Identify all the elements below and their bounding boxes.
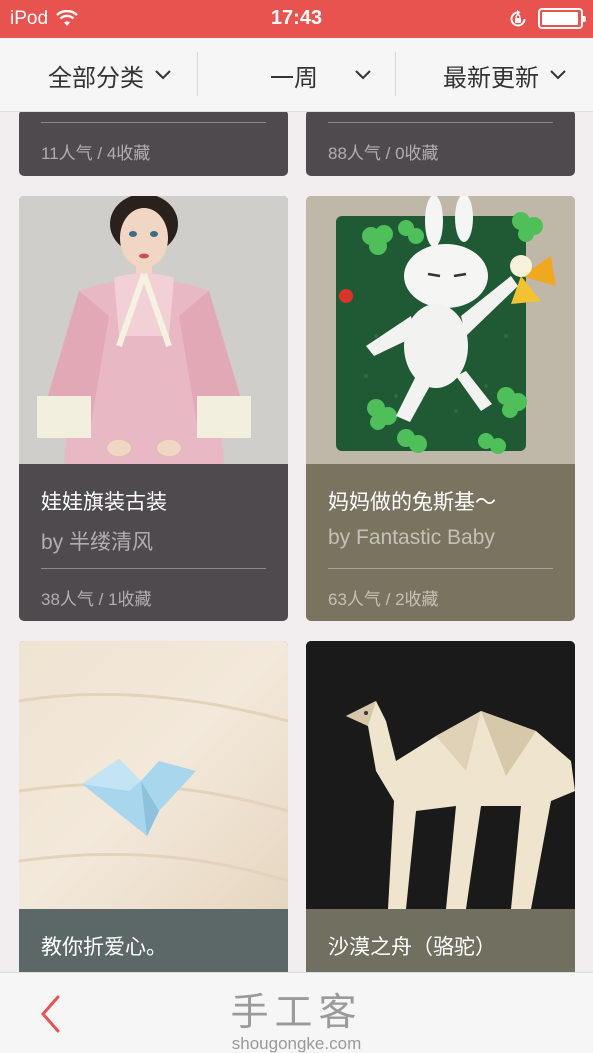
sort-filter[interactable]: 最新更新 [443, 38, 567, 112]
card-stats: 88人气 / 0收藏 [328, 144, 439, 163]
card-title: 娃娃旗装古装 [41, 491, 167, 514]
project-card[interactable]: 教你折爱心。 [19, 641, 288, 972]
status-right [508, 8, 586, 29]
filter-bar: 全部分类 一周 最新更新 [0, 38, 593, 112]
card-thumbnail [19, 641, 288, 909]
period-filter[interactable]: 一周 [270, 38, 372, 112]
project-card[interactable]: 妈妈做的兔斯基～ by Fantastic Baby 63人气 / 2收藏 [306, 196, 575, 621]
card-title: 教你折爱心。 [41, 936, 167, 959]
period-filter-label: 一周 [270, 64, 318, 92]
chevron-down-icon [550, 70, 566, 80]
card-info: 沙漠之舟（骆驼） [306, 909, 575, 971]
sort-filter-label: 最新更新 [443, 64, 539, 92]
card-stats: 11人气 / 4收藏 [41, 144, 151, 163]
card-thumbnail [306, 196, 575, 464]
clock: 17:43 [270, 7, 323, 29]
card-stats: 63人气 / 2收藏 [328, 590, 439, 609]
project-card[interactable]: 88人气 / 0收藏 [306, 112, 575, 176]
filter-divider [395, 52, 396, 96]
status-bar: iPod 17:43 [0, 0, 593, 38]
app-logo: 手工客 shougongke.com [0, 981, 593, 1053]
project-card[interactable]: 娃娃旗装古装 by 半缕清风 38人气 / 1收藏 [19, 196, 288, 621]
card-title: 沙漠之舟（骆驼） [328, 936, 496, 959]
card-info: 妈妈做的兔斯基～ by Fantastic Baby 63人气 / 2收藏 [306, 464, 575, 621]
rotation-lock-icon [510, 9, 526, 26]
project-card[interactable]: 11人气 / 4收藏 [19, 112, 288, 176]
card-info: 88人气 / 0收藏 [306, 122, 575, 175]
filter-divider [197, 52, 198, 96]
card-author: by 半缕清风 [41, 531, 154, 554]
card-stats: 38人气 / 1收藏 [41, 590, 152, 609]
card-thumbnail [19, 196, 288, 464]
card-author: by Fantastic Baby [328, 526, 495, 549]
logo-domain: shougongke.com [231, 1034, 362, 1053]
category-filter-label: 全部分类 [48, 64, 144, 92]
project-card[interactable]: 沙漠之舟（骆驼） [306, 641, 575, 972]
card-title: 妈妈做的兔斯基～ [328, 491, 496, 514]
battery-icon [538, 8, 586, 29]
card-info: 教你折爱心。 [19, 909, 288, 971]
card-thumbnail [306, 641, 575, 909]
bottom-bar: 手工客 shougongke.com [0, 972, 593, 1053]
chevron-down-icon [355, 70, 371, 80]
card-info: 11人气 / 4收藏 [19, 122, 288, 175]
category-filter[interactable]: 全部分类 [48, 38, 172, 112]
chevron-down-icon [155, 70, 171, 80]
logo-chinese: 手工客 [230, 990, 363, 1034]
card-info: 娃娃旗装古装 by 半缕清风 38人气 / 1收藏 [19, 464, 288, 621]
project-feed: 11人气 / 4收藏 88人气 / 0收藏 娃娃旗装古装 by 半缕清风 38人… [0, 112, 593, 972]
